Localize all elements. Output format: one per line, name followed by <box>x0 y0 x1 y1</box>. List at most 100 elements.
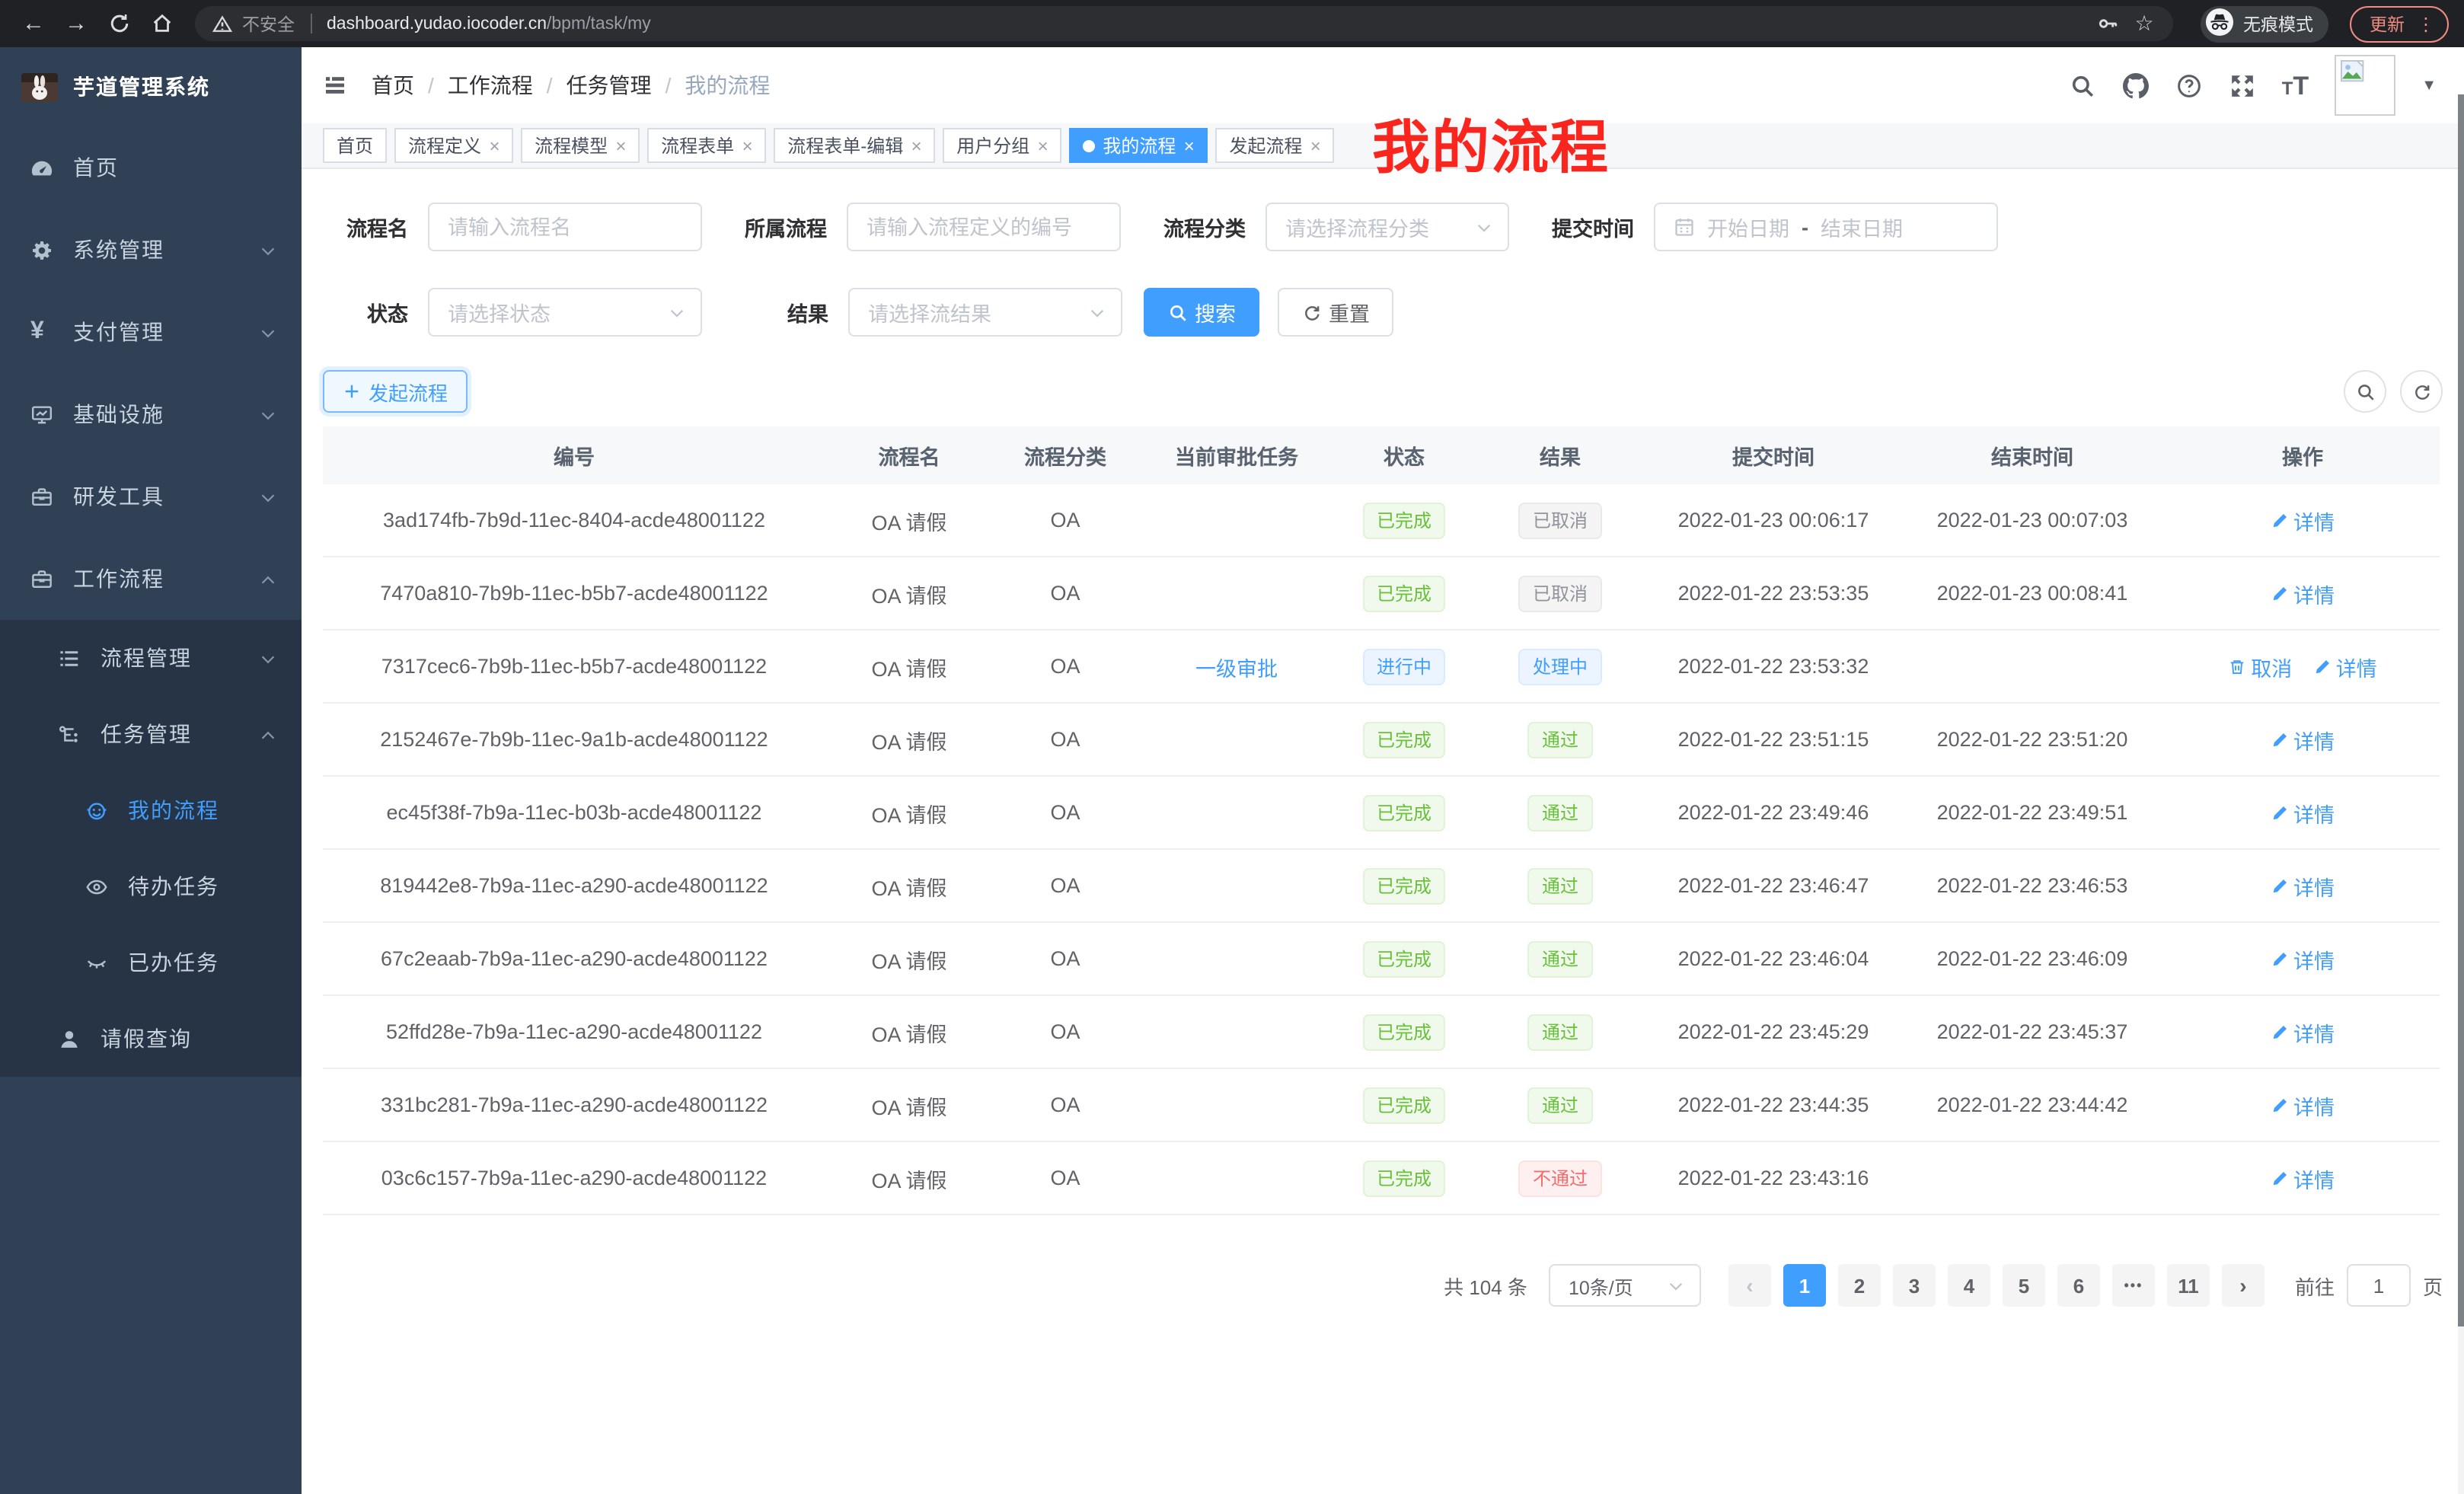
sidebar-item[interactable]: 系统管理 <box>0 209 302 291</box>
sidebar-item[interactable]: 工作流程 <box>0 538 302 620</box>
process-id: 3ad174fb-7b9d-11ec-8404-acde48001122 <box>323 509 825 532</box>
reset-button[interactable]: 重置 <box>1278 288 1393 337</box>
start-date-placeholder: 开始日期 <box>1707 212 1789 242</box>
prev-page-button[interactable]: ‹ <box>1728 1264 1771 1307</box>
avatar[interactable] <box>2335 55 2395 116</box>
bookmark-star-icon[interactable]: ☆ <box>2130 5 2158 42</box>
tab[interactable]: 首页 <box>323 128 387 163</box>
detail-link[interactable]: 详情 <box>2271 1163 2335 1193</box>
sidebar-item-label: 请假查询 <box>101 1023 192 1054</box>
result-select[interactable]: 请选择流结果 <box>848 288 1122 337</box>
sidebar-item[interactable]: 已办任务 <box>0 924 302 1001</box>
chevron-icon <box>259 649 277 667</box>
help-icon[interactable] <box>2175 72 2203 99</box>
search-icon[interactable] <box>2069 72 2096 99</box>
update-button[interactable]: 更新 ⋮ <box>2350 5 2449 42</box>
address-bar[interactable]: 不安全 dashboard.yudao.iocoder.cn/bpm/task/… <box>195 6 2173 41</box>
category-select[interactable]: 请选择流程分类 <box>1266 203 1509 251</box>
home-icon[interactable] <box>143 5 180 42</box>
fullscreen-icon[interactable] <box>2229 72 2256 99</box>
close-icon[interactable]: × <box>615 136 626 155</box>
process-name-input[interactable] <box>428 203 702 251</box>
key-icon[interactable] <box>2094 5 2121 42</box>
fontsize-icon[interactable]: TT <box>2282 72 2309 98</box>
browser-menu-icon[interactable]: ⋮ <box>2417 13 2435 34</box>
breadcrumb-item[interactable]: 首页 / <box>372 70 448 101</box>
breadcrumb-item[interactable]: 任务管理 / <box>567 70 685 101</box>
close-icon[interactable]: × <box>911 136 921 155</box>
sidebar-item[interactable]: 基础设施 <box>0 373 302 455</box>
close-icon[interactable]: × <box>1310 136 1320 155</box>
page-button[interactable]: 4 <box>1948 1264 1990 1307</box>
chevron-down-icon <box>1474 218 1494 238</box>
tab[interactable]: 发起流程 × <box>1215 128 1334 163</box>
submit-time-range[interactable]: 开始日期 - 结束日期 <box>1654 203 1998 251</box>
close-icon[interactable]: × <box>1183 136 1194 155</box>
sidebar-item[interactable]: 流程管理 <box>0 620 302 696</box>
sidebar-item[interactable]: 我的流程 <box>0 772 302 848</box>
page-button[interactable]: 5 <box>2003 1264 2045 1307</box>
show-search-button[interactable] <box>2344 370 2386 413</box>
back-icon[interactable]: ← <box>15 5 52 42</box>
page-button[interactable]: 3 <box>1893 1264 1936 1307</box>
sidebar-item[interactable]: 研发工具 <box>0 455 302 538</box>
tab[interactable]: 流程表单 × <box>647 128 766 163</box>
table-row: 7470a810-7b9b-11ec-b5b7-acde48001122 OA … <box>323 557 2440 630</box>
detail-link[interactable]: 详情 <box>2271 724 2335 755</box>
page-size-select[interactable]: 10条/页 <box>1549 1264 1701 1307</box>
breadcrumb-item[interactable]: 我的流程 / <box>685 70 770 101</box>
logo-image <box>21 72 58 101</box>
page-button[interactable]: 11 <box>2167 1264 2210 1307</box>
breadcrumb-item[interactable]: 工作流程 / <box>448 70 567 101</box>
next-page-button[interactable]: › <box>2222 1264 2265 1307</box>
avatar-caret-icon[interactable]: ▼ <box>2421 77 2437 94</box>
task-link[interactable]: 一级审批 <box>1195 651 1278 682</box>
status-select[interactable]: 请选择状态 <box>428 288 702 337</box>
page-button[interactable]: 2 <box>1838 1264 1881 1307</box>
tab[interactable]: 用户分组 × <box>943 128 1061 163</box>
tab[interactable]: 流程表单-编辑 × <box>774 128 935 163</box>
detail-link[interactable]: 详情 <box>2271 578 2335 608</box>
tab[interactable]: 我的流程 × <box>1069 128 1208 163</box>
tab[interactable]: 流程模型 × <box>521 128 640 163</box>
forward-icon[interactable]: → <box>58 5 94 42</box>
search-button[interactable]: 搜索 <box>1144 288 1259 337</box>
submit-time: 2022-01-22 23:53:35 <box>1648 582 1899 605</box>
scrollbar-thumb[interactable] <box>2458 94 2464 1326</box>
close-icon[interactable]: × <box>1037 136 1048 155</box>
page-button[interactable]: ••• <box>2112 1264 2155 1307</box>
sidebar-item[interactable]: 待办任务 <box>0 848 302 924</box>
reload-icon[interactable] <box>101 5 137 42</box>
hamburger-icon[interactable] <box>323 73 347 97</box>
close-icon[interactable]: × <box>742 136 752 155</box>
submit-time: 2022-01-22 23:45:29 <box>1648 1020 1899 1043</box>
process-id: 331bc281-7b9a-11ec-a290-acde48001122 <box>323 1093 825 1116</box>
sidebar-item[interactable]: 首页 <box>0 126 302 209</box>
end-time: 2022-01-22 23:46:09 <box>1899 947 2166 970</box>
detail-link[interactable]: 详情 <box>2271 943 2335 974</box>
sidebar-item[interactable]: 任务管理 <box>0 696 302 772</box>
tab[interactable]: 流程定义 × <box>394 128 513 163</box>
github-icon[interactable] <box>2122 72 2150 99</box>
detail-link[interactable]: 详情 <box>2271 870 2335 901</box>
detail-link[interactable]: 详情 <box>2313 651 2377 682</box>
detail-link[interactable]: 详情 <box>2271 505 2335 535</box>
page-jump-input[interactable] <box>2347 1264 2411 1307</box>
cancel-link[interactable]: 取消 <box>2228 651 2292 682</box>
sidebar-logo[interactable]: 芋道管理系统 <box>0 47 302 126</box>
detail-link[interactable]: 详情 <box>2271 1090 2335 1120</box>
page-button[interactable]: 6 <box>2057 1264 2100 1307</box>
tab-label: 我的流程 <box>1103 132 1176 158</box>
process-definition-input[interactable] <box>847 203 1121 251</box>
table-row: 819442e8-7b9a-11ec-a290-acde48001122 OA … <box>323 850 2440 923</box>
page-button[interactable]: 1 <box>1783 1264 1826 1307</box>
detail-link[interactable]: 详情 <box>2271 1017 2335 1047</box>
sidebar-item[interactable]: 请假查询 <box>0 1001 302 1077</box>
create-process-button[interactable]: 发起流程 <box>323 370 468 413</box>
refresh-button[interactable] <box>2400 370 2443 413</box>
close-icon[interactable]: × <box>489 136 500 155</box>
table-row: 03c6c157-7b9a-11ec-a290-acde48001122 OA … <box>323 1142 2440 1215</box>
scrollbar[interactable] <box>2458 94 2464 1494</box>
sidebar-item[interactable]: ¥ 支付管理 <box>0 291 302 373</box>
detail-link[interactable]: 详情 <box>2271 797 2335 828</box>
